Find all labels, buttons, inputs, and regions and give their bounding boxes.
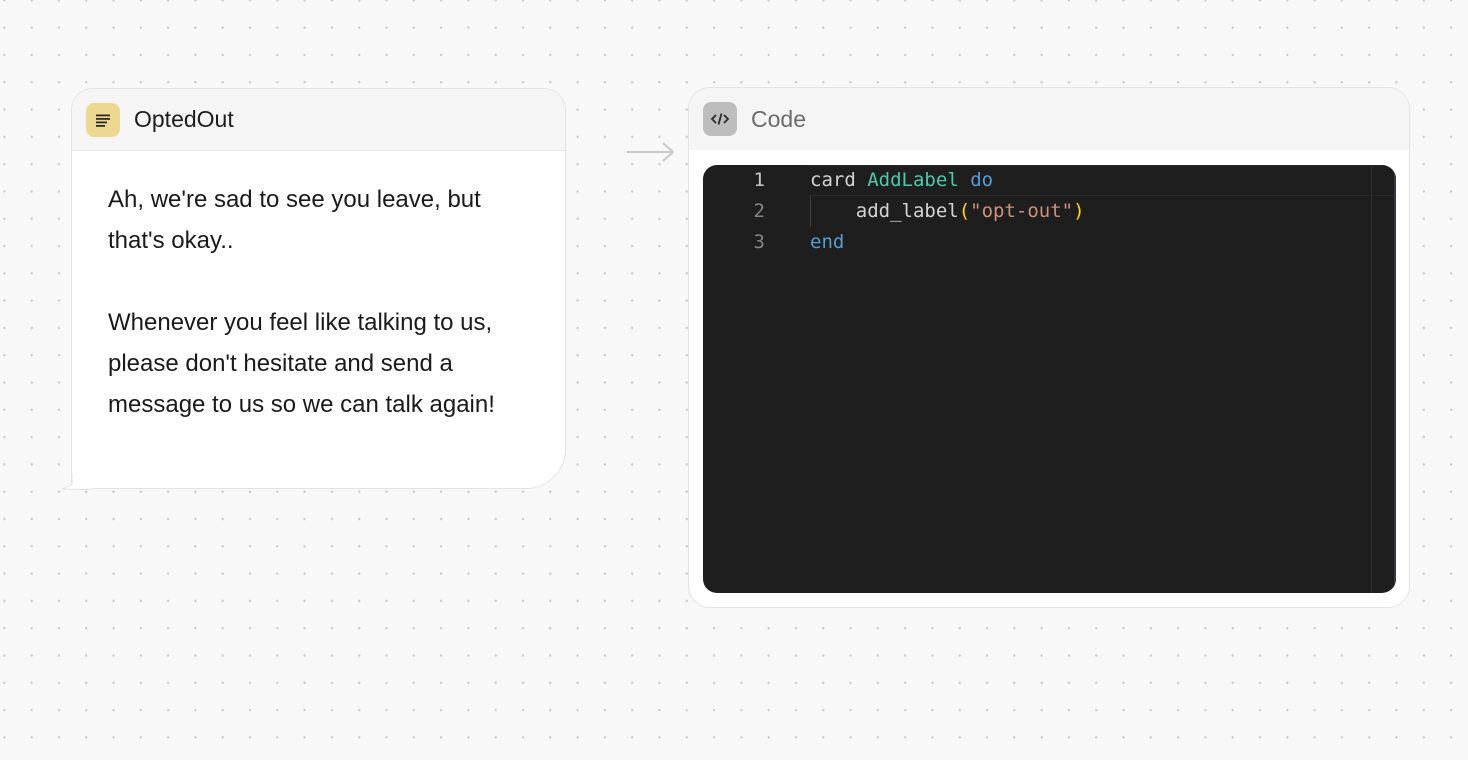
connector-arrow-icon (627, 142, 675, 162)
code-card-header[interactable]: Code (689, 88, 1409, 150)
line-number: 3 (753, 231, 765, 253)
code-token: add_label (810, 200, 959, 222)
speech-bubble-tail (61, 474, 91, 490)
text-lines-icon (86, 102, 120, 137)
message-card-header[interactable]: OptedOut (72, 89, 565, 151)
code-token: end (810, 231, 845, 253)
code-card[interactable]: Code 1 card AddLabel do 2 add_label("opt-o… (688, 87, 1410, 608)
code-line[interactable]: 1 card AddLabel do (703, 165, 1396, 196)
code-text: add_label("opt-out") (810, 196, 1085, 227)
code-line[interactable]: 2 add_label("opt-out") (703, 196, 1396, 227)
message-text: Ah, we're sad to see you leave, but that… (72, 151, 565, 425)
code-card-title: Code (751, 105, 806, 132)
message-paragraph-2: Whenever you feel like talking to us, pl… (108, 309, 495, 418)
message-card-title: OptedOut (134, 106, 234, 132)
code-text: card AddLabel do (810, 165, 993, 196)
code-text: end (810, 227, 844, 258)
code-token: ) (1073, 200, 1085, 222)
code-token: do (970, 169, 994, 191)
message-paragraph-1: Ah, we're sad to see you leave, but that… (108, 186, 481, 254)
code-token: ( (958, 200, 971, 222)
code-brackets-icon (703, 102, 737, 136)
message-card[interactable]: OptedOut Ah, we're sad to see you leave,… (71, 88, 566, 489)
code-token: AddLabel (867, 169, 959, 191)
code-editor[interactable]: 1 card AddLabel do 2 add_label("opt-out") 3… (703, 165, 1396, 593)
line-number: 2 (753, 200, 765, 222)
line-number: 1 (753, 169, 765, 191)
code-token: "opt-out" (970, 200, 1074, 222)
code-token: card (810, 169, 856, 191)
code-line[interactable]: 3 end (703, 227, 1396, 258)
